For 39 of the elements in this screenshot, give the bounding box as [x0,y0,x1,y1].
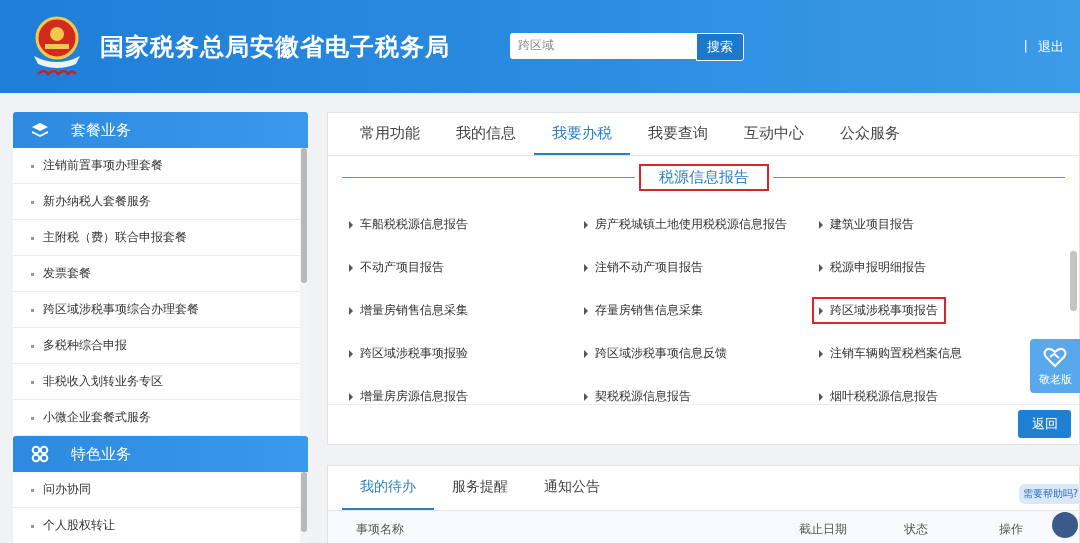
tab[interactable]: 常用功能 [342,113,438,155]
layers-icon [31,122,49,138]
column-header: 截止日期 [799,520,848,538]
tab[interactable]: 公众服务 [822,113,918,155]
service-link[interactable]: 房产税城镇土地使用税税源信息报告 [577,211,795,238]
search-field[interactable]: 跨区域 [510,32,696,59]
service-link[interactable]: 注销不动产项目报告 [577,254,711,281]
tab[interactable]: 我要查询 [630,113,726,155]
help-bubble[interactable]: 需要帮助吗? [1018,484,1080,504]
service-link[interactable]: 跨区域涉税事项报验 [342,340,476,367]
tab[interactable]: 服务提醒 [434,466,526,510]
service-link[interactable]: 建筑业项目报告 [812,211,922,238]
service-link[interactable]: 税源申报明细报告 [812,254,934,281]
tab[interactable]: 互动中心 [726,113,822,155]
scrollbar[interactable] [300,148,308,436]
column-header: 事项名称 [356,520,405,538]
column-header: 操作 [999,520,1024,538]
section-title: 税源信息报告 [638,164,769,191]
grid-icon [31,445,49,463]
service-link[interactable]: 烟叶税税源信息报告 [812,383,946,404]
service-link[interactable]: 车船税税源信息报告 [342,211,476,238]
service-link[interactable]: 注销车辆购置税档案信息 [812,340,970,367]
service-link[interactable]: 不动产项目报告 [342,254,452,281]
back-button[interactable]: 返回 [1018,410,1071,438]
service-link[interactable]: 增量房房源信息报告 [342,383,476,404]
service-link[interactable]: 存量房销售信息采集 [577,297,711,324]
service-link[interactable]: 跨区域涉税事项信息反馈 [577,340,735,367]
tab[interactable]: 我要办税 [534,113,630,155]
separator: | [1023,37,1028,55]
site-title: 国家税务总局安徽省电子税务局 [100,31,450,63]
scrollbar[interactable] [300,472,308,543]
service-link[interactable]: 增量房销售信息采集 [342,297,476,324]
search-button[interactable]: 搜索 [696,32,744,61]
service-link[interactable]: 契税税源信息报告 [577,383,699,404]
heart-handshake-icon [1043,345,1067,368]
service-link[interactable]: 跨区域涉税事项报告 [812,297,946,324]
tab[interactable]: 我的信息 [438,113,534,155]
tab[interactable]: 通知公告 [526,466,618,510]
column-header: 状态 [904,520,929,538]
